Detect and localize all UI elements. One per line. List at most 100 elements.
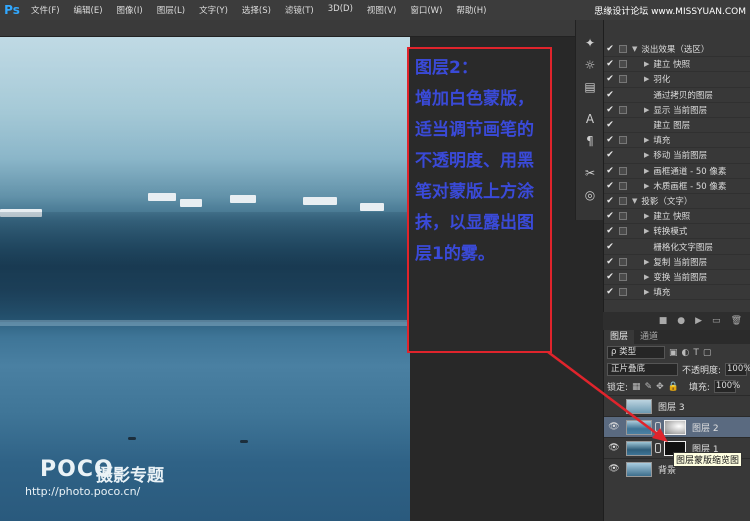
dialog-toggle-icon[interactable] xyxy=(619,166,627,175)
menu-item[interactable]: 视图(V) xyxy=(360,4,403,16)
expand-right-icon[interactable]: ▶ xyxy=(644,136,649,144)
expand-right-icon[interactable]: ▶ xyxy=(644,151,649,159)
action-row[interactable]: ✔ ▼ 投影（文字） xyxy=(604,194,750,210)
action-row[interactable]: ✔▶栅格化文字图层 xyxy=(604,239,750,255)
check-icon[interactable]: ✔ xyxy=(604,242,616,252)
lock-pixels-icon[interactable]: ▦ xyxy=(632,382,641,392)
layer-name[interactable]: 图层 2 xyxy=(692,421,719,434)
visibility-eye-icon[interactable]: 👁 xyxy=(607,443,621,453)
menu-item[interactable]: 3D(D) xyxy=(321,4,360,16)
action-row[interactable]: ✔▶通过拷贝的图层 xyxy=(604,88,750,103)
record-icon[interactable]: ● xyxy=(677,316,685,326)
check-icon[interactable]: ✔ xyxy=(604,90,616,100)
action-row[interactable]: ✔▶建立 图层 xyxy=(604,118,750,134)
action-row[interactable]: ✔ ▶ 显示 当前图层 xyxy=(604,103,750,118)
expand-right-icon[interactable]: ▶ xyxy=(644,273,649,281)
paragraph-icon[interactable]: ¶ xyxy=(576,130,604,152)
menu-item[interactable]: 图层(L) xyxy=(150,4,192,16)
layer-filter-select[interactable]: ρ 类型 xyxy=(607,346,665,359)
check-icon[interactable]: ✔ xyxy=(604,166,616,176)
action-row[interactable]: ✔ ▶ 填充 xyxy=(604,133,750,149)
check-icon[interactable]: ✔ xyxy=(604,257,616,267)
check-icon[interactable]: ✔ xyxy=(604,105,616,115)
check-icon[interactable]: ✔ xyxy=(604,211,616,221)
lock-brush-icon[interactable]: ✎ xyxy=(645,382,653,392)
lock-all-icon[interactable]: 🔒 xyxy=(668,382,679,392)
dialog-toggle-icon[interactable] xyxy=(619,272,627,281)
chain-link-icon[interactable] xyxy=(655,422,661,432)
expand-right-icon[interactable]: ▶ xyxy=(644,75,649,83)
visibility-eye-icon[interactable]: 👁 xyxy=(607,422,621,432)
tab-layers[interactable]: 图层 xyxy=(604,330,635,344)
check-icon[interactable]: ✔ xyxy=(604,287,616,297)
document-canvas[interactable]: POCO 摄影专题 http://photo.poco.cn/ xyxy=(0,37,410,521)
menu-item[interactable]: 文字(Y) xyxy=(192,4,235,16)
check-icon[interactable]: ✔ xyxy=(604,59,616,69)
dialog-toggle-icon[interactable] xyxy=(619,75,627,84)
settings-icon[interactable]: ✦ xyxy=(576,32,604,54)
dialog-toggle-icon[interactable] xyxy=(619,288,627,297)
image-filter-icon[interactable]: ▣ xyxy=(669,348,678,358)
layer-mask-thumbnail[interactable] xyxy=(664,419,686,435)
expand-right-icon[interactable]: ▶ xyxy=(644,106,649,114)
check-icon[interactable]: ✔ xyxy=(604,196,616,206)
check-icon[interactable]: ✔ xyxy=(604,181,616,191)
menu-item[interactable]: 滤镜(T) xyxy=(278,4,321,16)
check-icon[interactable]: ✔ xyxy=(604,150,616,160)
action-row[interactable]: ✔ ▶ 移动 当前图层 xyxy=(604,148,750,164)
fill-input[interactable]: 100% xyxy=(713,380,740,393)
check-icon[interactable]: ✔ xyxy=(604,44,616,54)
dialog-toggle-icon[interactable] xyxy=(619,105,627,114)
expand-right-icon[interactable]: ▶ xyxy=(644,258,649,266)
action-row[interactable]: ✔ ▶ 羽化 xyxy=(604,72,750,88)
menu-item[interactable]: 帮助(H) xyxy=(449,4,493,16)
layer-row[interactable]: 👁 图层 2 xyxy=(604,416,750,437)
menu-item[interactable]: 文件(F) xyxy=(24,4,67,16)
expand-down-icon[interactable]: ▼ xyxy=(632,197,637,205)
expand-right-icon[interactable]: ▶ xyxy=(644,288,649,296)
layer-row[interactable]: 图层 3 xyxy=(604,395,750,416)
layer-thumbnail[interactable] xyxy=(626,419,652,435)
expand-down-icon[interactable]: ▼ xyxy=(632,45,637,53)
dialog-toggle-icon[interactable] xyxy=(619,181,627,190)
lock-move-icon[interactable]: ✥ xyxy=(656,382,664,392)
menu-item[interactable]: 选择(S) xyxy=(235,4,278,16)
action-row[interactable]: ✔ ▶ 转换模式 xyxy=(604,224,750,240)
action-row[interactable]: ✔ ▶ 画框通道 - 50 像素 xyxy=(604,164,750,179)
sun-icon[interactable]: ☼ xyxy=(576,54,604,76)
action-row[interactable]: ✔ ▶ 木质画框 - 50 像素 xyxy=(604,179,750,194)
tab-channels[interactable]: 通道 xyxy=(634,330,664,344)
trash-icon[interactable]: 🗑 xyxy=(731,316,742,326)
dialog-toggle-icon[interactable] xyxy=(619,45,627,54)
layer-thumbnail[interactable] xyxy=(626,398,652,414)
menu-item[interactable]: 编辑(E) xyxy=(67,4,110,16)
shape-filter-icon[interactable]: ▢ xyxy=(703,348,712,358)
expand-right-icon[interactable]: ▶ xyxy=(644,60,649,68)
layer-thumbnail[interactable] xyxy=(626,440,652,456)
check-icon[interactable]: ✔ xyxy=(604,272,616,282)
check-icon[interactable]: ✔ xyxy=(604,74,616,84)
action-row[interactable]: ✔ ▶ 复制 当前图层 xyxy=(604,255,750,270)
check-icon[interactable]: ✔ xyxy=(604,120,616,130)
adjust-filter-icon[interactable]: ◐ xyxy=(682,348,690,358)
text-icon[interactable]: A xyxy=(576,108,604,130)
expand-right-icon[interactable]: ▶ xyxy=(644,182,649,190)
chain-link-icon[interactable] xyxy=(655,443,661,453)
swirl-icon[interactable]: ◎ xyxy=(576,184,604,206)
layer-name[interactable]: 图层 3 xyxy=(658,400,685,413)
scissors-icon[interactable]: ✂ xyxy=(576,162,604,184)
action-row[interactable]: ✔ ▶ 建立 快照 xyxy=(604,57,750,73)
check-icon[interactable]: ✔ xyxy=(604,135,616,145)
dialog-toggle-icon[interactable] xyxy=(619,227,627,236)
dialog-toggle-icon[interactable] xyxy=(619,60,627,69)
layer-thumbnail[interactable] xyxy=(626,461,652,477)
visibility-eye-icon[interactable]: 👁 xyxy=(607,464,621,474)
layers-stack-icon[interactable]: ▤ xyxy=(576,76,604,98)
stop-icon[interactable]: ■ xyxy=(659,316,668,326)
check-icon[interactable]: ✔ xyxy=(604,226,616,236)
opacity-input[interactable]: 100% xyxy=(725,363,750,376)
menu-item[interactable]: 图像(I) xyxy=(110,4,150,16)
expand-right-icon[interactable]: ▶ xyxy=(644,212,649,220)
expand-right-icon[interactable]: ▶ xyxy=(644,167,649,175)
expand-right-icon[interactable]: ▶ xyxy=(644,227,649,235)
